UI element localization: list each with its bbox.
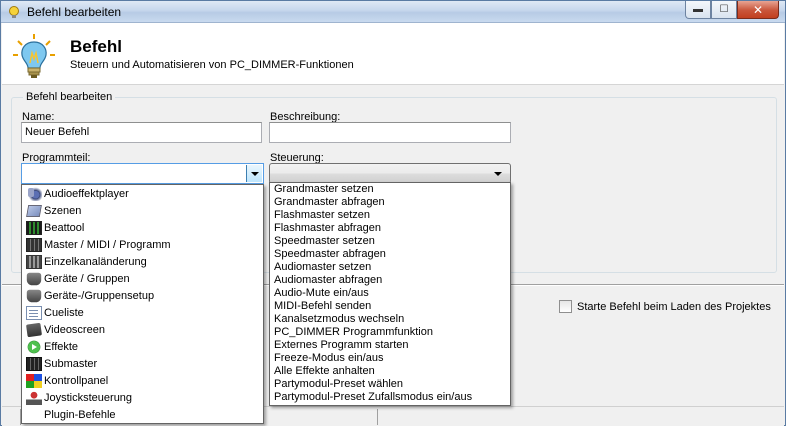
steuerung-option[interactable]: MIDI-Befehl senden xyxy=(270,300,510,313)
programmteil-option-label: Kontrollpanel xyxy=(44,374,109,387)
steuerung-option[interactable]: Audiomaster setzen xyxy=(270,261,510,274)
programmteil-option[interactable]: Master / MIDI / Programm xyxy=(22,236,263,253)
programmteil-option[interactable]: Geräte / Gruppen xyxy=(22,270,263,287)
sub-icon xyxy=(26,356,42,371)
geraete-icon xyxy=(26,272,42,285)
lightbulb-icon xyxy=(13,34,55,78)
steuerung-dropdown-list: Grandmaster setzen Grandmaster abfragen Fl… xyxy=(269,182,511,406)
programmteil-option[interactable]: Beattool xyxy=(22,219,263,236)
dialog-header: Befehl Steuern und Automatisieren von PC… xyxy=(2,23,784,85)
steuerung-option[interactable]: Speedmaster abfragen xyxy=(270,248,510,261)
steuerung-option[interactable]: Freeze-Modus ein/aus xyxy=(270,352,510,365)
steuerung-option[interactable]: Grandmaster setzen xyxy=(270,183,510,196)
audio-icon xyxy=(26,186,42,201)
programmteil-option-label: Videoscreen xyxy=(44,323,105,336)
programmteil-option[interactable]: Effekte xyxy=(22,338,263,355)
programmteil-option-label: Einzelkanaländerung xyxy=(44,255,147,268)
programmteil-option-label: Szenen xyxy=(44,204,82,217)
steuerung-option[interactable]: Partymodul-Preset wählen xyxy=(270,378,510,391)
master-icon xyxy=(26,237,42,252)
steuerung-option[interactable]: Grandmaster abfragen xyxy=(270,196,510,209)
steuerung-option[interactable]: Audiomaster abfragen xyxy=(270,274,510,287)
title-bar[interactable]: Befehl bearbeiten ▬ ☐ ✕ xyxy=(1,1,785,23)
dialog-window: Befehl bearbeiten ▬ ☐ ✕ Befehl Steuern u… xyxy=(0,0,786,426)
minimize-button[interactable]: ▬ xyxy=(685,1,711,19)
programmteil-option-label: Effekte xyxy=(44,340,79,353)
cue-icon xyxy=(26,305,42,320)
start-on-load-label: Starte Befehl beim Laden des Projektes xyxy=(577,300,771,313)
programmteil-option-label: Geräte-/Gruppensetup xyxy=(44,289,155,302)
chevron-down-icon[interactable] xyxy=(246,165,262,182)
programmteil-option[interactable]: Einzelkanaländerung xyxy=(22,253,263,270)
programmteil-option-label: Cueliste xyxy=(44,306,84,319)
programmteil-option[interactable]: Submaster xyxy=(22,355,263,372)
name-input[interactable]: Neuer Befehl xyxy=(21,122,262,143)
programmteil-dropdown-list: Audioeffektplayer Szenen Beattool Master / … xyxy=(21,184,264,424)
kanal-icon xyxy=(26,254,42,269)
programmteil-option-label: Plugin-Befehle xyxy=(44,408,116,421)
window-controls: ▬ ☐ ✕ xyxy=(685,1,779,19)
programmteil-option[interactable]: Videoscreen xyxy=(22,321,263,338)
window-title: Befehl bearbeiten xyxy=(27,5,122,19)
header-title: Befehl xyxy=(70,37,122,56)
steuerung-option[interactable]: PC_DIMMER Programmfunktion xyxy=(270,326,510,339)
steuerung-combobox[interactable] xyxy=(269,163,511,184)
steuerung-option[interactable]: Kanalsetzmodus wechseln xyxy=(270,313,510,326)
groupbox-legend: Befehl bearbeiten xyxy=(23,91,116,103)
programmteil-option-label: Master / MIDI / Programm xyxy=(44,238,171,251)
scene-icon xyxy=(26,204,42,217)
kontroll-icon xyxy=(26,373,42,388)
bars-icon xyxy=(26,220,42,235)
video-icon xyxy=(25,322,43,337)
joy-icon xyxy=(26,390,42,405)
programmteil-option[interactable]: Szenen xyxy=(22,202,263,219)
programmteil-option[interactable]: Cueliste xyxy=(22,304,263,321)
status-segment xyxy=(377,409,378,425)
start-on-load-checkbox[interactable] xyxy=(559,300,572,313)
programmteil-option[interactable]: Plugin-Befehle xyxy=(22,406,263,423)
programmteil-option[interactable]: Joysticksteuerung xyxy=(22,389,263,406)
steuerung-option[interactable]: Audio-Mute ein/aus xyxy=(270,287,510,300)
programmteil-option[interactable]: Audioeffektplayer xyxy=(22,185,263,202)
programmteil-option-label: Audioeffektplayer xyxy=(44,187,129,200)
programmteil-option-label: Submaster xyxy=(44,357,98,370)
steuerung-option[interactable]: Partymodul-Preset Zufallsmodus ein/aus xyxy=(270,391,510,404)
effekte-icon xyxy=(26,339,42,354)
steuerung-option[interactable]: Alle Effekte anhalten xyxy=(270,365,510,378)
programmteil-combobox[interactable] xyxy=(21,163,264,184)
programmteil-option-label: Joysticksteuerung xyxy=(44,391,133,404)
programmteil-option[interactable]: Geräte-/Gruppensetup xyxy=(22,287,263,304)
steuerung-option[interactable]: Externes Programm starten xyxy=(270,339,510,352)
start-on-load-option[interactable]: Starte Befehl beim Laden des Projektes xyxy=(559,300,771,313)
header-subtitle: Steuern und Automatisieren von PC_DIMMER… xyxy=(70,59,354,71)
programmteil-option-label: Beattool xyxy=(44,221,85,234)
steuerung-option[interactable]: Speedmaster setzen xyxy=(270,235,510,248)
lightbulb-icon xyxy=(9,6,19,18)
maximize-button[interactable]: ☐ xyxy=(711,1,737,19)
steuerung-option[interactable]: Flashmaster abfragen xyxy=(270,222,510,235)
programmteil-option-label: Geräte / Gruppen xyxy=(44,272,130,285)
geraete-icon xyxy=(26,289,42,302)
close-button[interactable]: ✕ xyxy=(737,1,779,19)
steuerung-option[interactable]: Flashmaster setzen xyxy=(270,209,510,222)
beschreibung-input[interactable] xyxy=(269,122,511,143)
programmteil-option[interactable]: Kontrollpanel xyxy=(22,372,263,389)
